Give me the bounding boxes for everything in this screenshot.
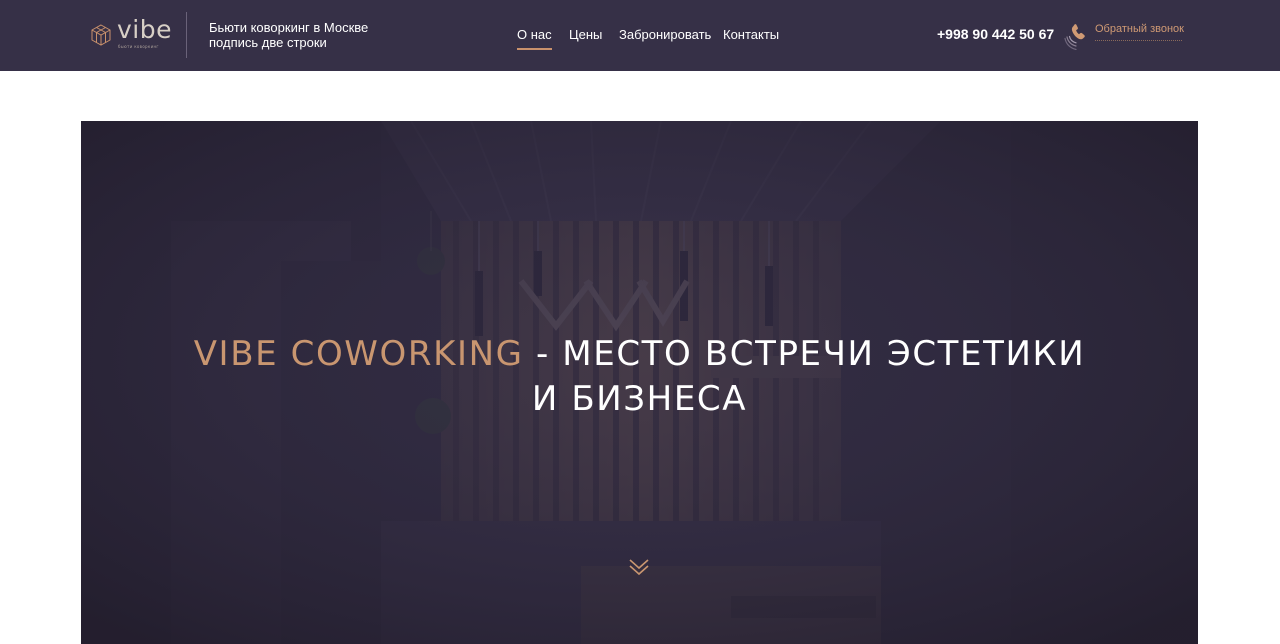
callback-label: Обратный звонок bbox=[1095, 23, 1184, 35]
nav-item-prices[interactable]: Цены bbox=[569, 27, 602, 42]
header-tagline: Бьюти коворкинг в Москве подпись две стр… bbox=[209, 20, 368, 50]
hero-title: VIBE COWORKING - МЕСТО ВСТРЕЧИ ЭСТЕТИКИ … bbox=[81, 332, 1198, 422]
callback-button[interactable]: Обратный звонок bbox=[1064, 20, 1194, 50]
logo-wordmark: vibe bbox=[117, 15, 172, 44]
hero-title-rest: - МЕСТО ВСТРЕЧИ ЭСТЕТИКИ bbox=[523, 334, 1086, 374]
hero-title-line-2: И БИЗНЕСА bbox=[531, 379, 748, 419]
nav-item-booking[interactable]: Забронировать bbox=[619, 27, 711, 42]
logo[interactable]: vibe бьюти коворкинг bbox=[90, 15, 172, 56]
phone-ringing-icon bbox=[1064, 24, 1085, 50]
double-chevron-down-icon[interactable] bbox=[628, 557, 650, 577]
nav-item-about[interactable]: О нас bbox=[517, 27, 552, 50]
site-header: vibe бьюти коворкинг Бьюти коворкинг в М… bbox=[0, 0, 1280, 71]
hero-title-accent: VIBE COWORKING bbox=[193, 334, 524, 374]
nav-item-contacts[interactable]: Контакты bbox=[723, 27, 779, 42]
header-divider bbox=[186, 12, 187, 58]
callback-underline bbox=[1095, 40, 1182, 41]
hero-title-line-1: VIBE COWORKING - МЕСТО ВСТРЕЧИ ЭСТЕТИКИ bbox=[81, 332, 1198, 377]
logo-subtitle: бьюти коворкинг bbox=[118, 44, 159, 49]
tagline-line-2: подпись две строки bbox=[209, 35, 327, 50]
phone-number[interactable]: +998 90 442 50 67 bbox=[937, 26, 1054, 42]
tagline-line-1: Бьюти коворкинг в Москве bbox=[209, 20, 369, 35]
hero-banner: VIBE COWORKING - МЕСТО ВСТРЕЧИ ЭСТЕТИКИ … bbox=[81, 121, 1198, 644]
hexagon-cube-icon bbox=[91, 24, 111, 46]
